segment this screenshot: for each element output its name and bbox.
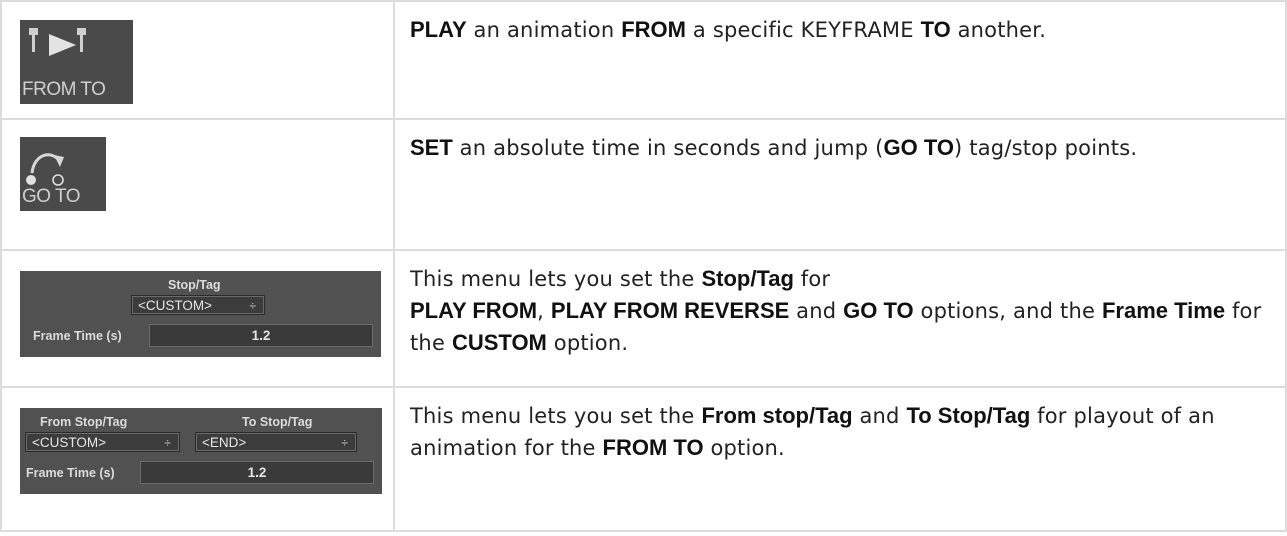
panel-cell: Stop/Tag <CUSTOM> ÷ Frame Time (s) 1.2	[0, 249, 395, 388]
frame-time-value: 1.2	[247, 465, 267, 480]
bold-term: Stop/Tag	[701, 266, 794, 291]
bold-term: Frame Time	[1101, 298, 1226, 323]
table-row-from-to-menu: From Stop/Tag To Stop/Tag <CUSTOM> ÷ <EN…	[0, 386, 1287, 532]
from-to-label: FROM TO	[22, 79, 106, 100]
text-run: option.	[703, 436, 785, 460]
bold-term: SET	[410, 135, 453, 160]
stop-tag-value: <CUSTOM>	[138, 298, 213, 313]
go-to-button[interactable]: GO TO	[20, 137, 106, 211]
frame-time-value: 1.2	[251, 328, 271, 343]
text-run: option.	[546, 331, 629, 355]
stop-tag-select[interactable]: <CUSTOM> ÷	[131, 295, 265, 315]
bold-term: FROM	[621, 17, 686, 42]
text-run: an absolute time in seconds and jump (	[452, 136, 884, 160]
bold-term: PLAY FROM REVERSE	[550, 298, 790, 323]
table-row-stop-tag: Stop/Tag <CUSTOM> ÷ Frame Time (s) 1.2 T…	[0, 249, 1287, 388]
to-stop-tag-select[interactable]: <END> ÷	[195, 432, 357, 452]
go-to-jump-icon	[26, 153, 64, 186]
from-stop-tag-value: <CUSTOM>	[32, 435, 107, 450]
bold-term: To Stop/Tag	[906, 403, 1031, 428]
bold-term: CUSTOM	[451, 330, 547, 355]
text-run: an animation	[466, 18, 622, 42]
bold-term: GO TO	[883, 135, 955, 160]
text-run: and	[789, 299, 844, 323]
stop-tag-description: This menu lets you set the Stop/Tag for P…	[395, 251, 1285, 359]
from-to-button[interactable]: FROM TO	[20, 20, 133, 104]
text-run: a specific KEYFRAME	[686, 18, 921, 42]
from-stop-tag-label: From Stop/Tag	[40, 415, 128, 429]
text-run: This menu lets you set the	[410, 267, 702, 291]
stop-tag-label: Stop/Tag	[168, 278, 221, 292]
select-arrow-icon: ÷	[341, 436, 348, 450]
text-run: for	[793, 267, 831, 291]
go-to-description: SET an absolute time in seconds and jump…	[395, 120, 1285, 164]
frame-time-label: Frame Time (s)	[26, 466, 115, 480]
frame-time-field[interactable]: 1.2	[140, 461, 374, 484]
select-arrow-icon: ÷	[164, 436, 171, 450]
bold-term: GO TO	[843, 298, 914, 323]
icon-cell: GO TO	[0, 118, 395, 251]
description-cell: SET an absolute time in seconds and jump…	[393, 118, 1287, 251]
bold-term: From stop/Tag	[701, 403, 853, 428]
table-row-from-to: FROM TO PLAY an animation FROM a specifi…	[0, 0, 1287, 120]
text-run: another.	[950, 18, 1047, 42]
description-cell: This menu lets you set the From stop/Tag…	[393, 386, 1287, 532]
play-from-to-icon	[29, 28, 86, 56]
description-cell: PLAY an animation FROM a specific KEYFRA…	[393, 0, 1287, 120]
frame-time-label: Frame Time (s)	[33, 329, 122, 343]
from-to-menu-description: This menu lets you set the From stop/Tag…	[395, 388, 1285, 464]
stop-tag-panel: Stop/Tag <CUSTOM> ÷ Frame Time (s) 1.2	[20, 271, 381, 357]
text-run: This menu lets you set the	[410, 404, 702, 428]
bold-term: TO	[920, 17, 951, 42]
bold-term: PLAY	[410, 17, 467, 42]
from-stop-tag-select[interactable]: <CUSTOM> ÷	[25, 432, 180, 452]
icon-cell: FROM TO	[0, 0, 395, 120]
to-stop-tag-label: To Stop/Tag	[242, 415, 313, 429]
bold-term: FROM TO	[602, 435, 704, 460]
table-row-go-to: GO TO SET an absolute time in seconds an…	[0, 118, 1287, 251]
reference-table: FROM TO PLAY an animation FROM a specifi…	[0, 0, 1287, 532]
from-to-description: PLAY an animation FROM a specific KEYFRA…	[395, 2, 1285, 46]
frame-time-field[interactable]: 1.2	[149, 324, 373, 347]
text-run: ,	[537, 299, 551, 323]
bold-term: PLAY FROM	[410, 298, 538, 323]
go-to-label: GO TO	[22, 186, 81, 207]
description-cell: This menu lets you set the Stop/Tag for P…	[393, 249, 1287, 388]
to-stop-tag-value: <END>	[202, 435, 247, 450]
text-run: and	[852, 404, 907, 428]
panel-cell: From Stop/Tag To Stop/Tag <CUSTOM> ÷ <EN…	[0, 386, 395, 532]
select-arrow-icon: ÷	[249, 299, 256, 313]
from-to-panel: From Stop/Tag To Stop/Tag <CUSTOM> ÷ <EN…	[20, 408, 382, 494]
text-run: ) tag/stop points.	[954, 136, 1138, 160]
text-run: options, and the	[913, 299, 1102, 323]
